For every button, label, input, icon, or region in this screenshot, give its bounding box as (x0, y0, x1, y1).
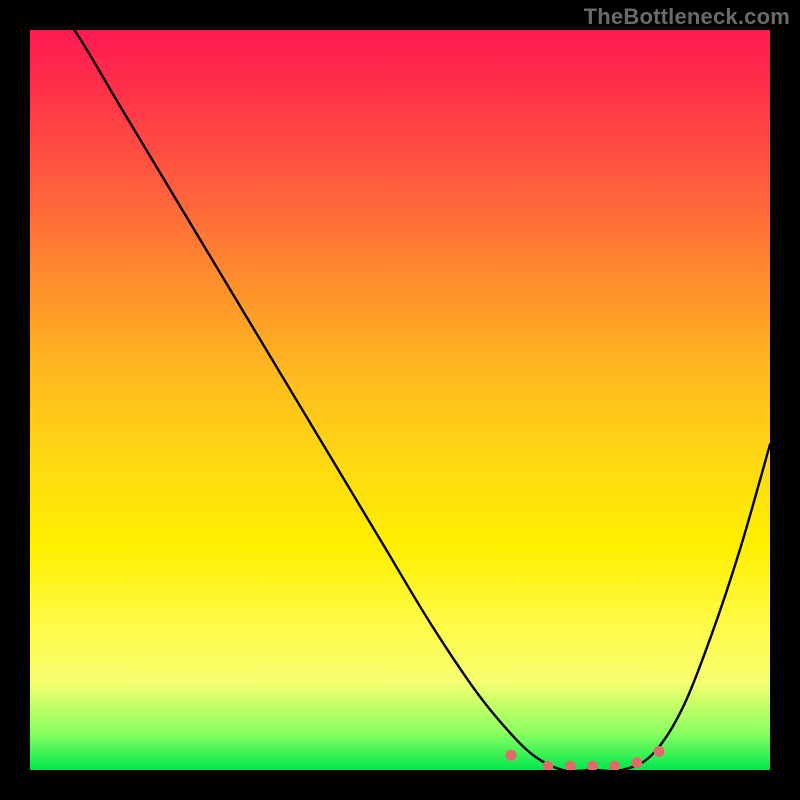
curve-dot (654, 746, 665, 757)
bottleneck-curve (30, 30, 770, 770)
chart-frame: TheBottleneck.com (0, 0, 800, 800)
curve-layer (30, 30, 770, 770)
plot-area (30, 30, 770, 770)
curve-dot (565, 761, 576, 770)
curve-dot (506, 750, 517, 761)
watermark-text: TheBottleneck.com (584, 4, 790, 30)
curve-dot (609, 761, 620, 770)
curve-dot (587, 761, 598, 770)
curve-marker-dots (506, 746, 665, 770)
curve-dot (631, 757, 642, 768)
